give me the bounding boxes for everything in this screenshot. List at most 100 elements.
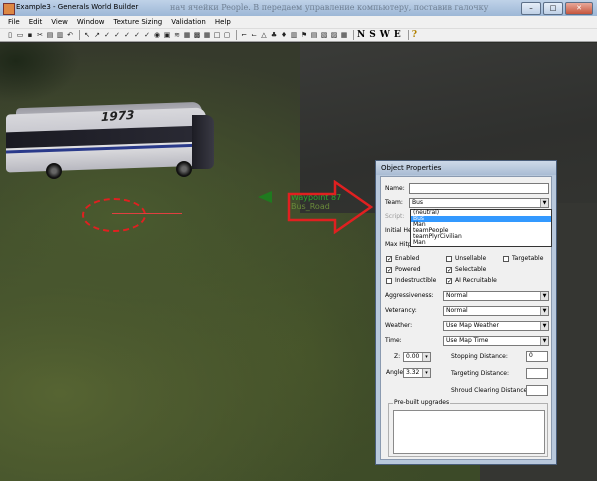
square-icon[interactable]: □ <box>213 31 221 40</box>
frame-icon[interactable]: ▢ <box>223 31 231 40</box>
road-icon[interactable]: ▧ <box>320 31 328 40</box>
menu-help[interactable]: Help <box>215 16 231 28</box>
ai-recruitable-label: AI Recruitable <box>455 277 497 284</box>
enabled-checkbox[interactable]: ✓ <box>386 256 392 263</box>
powered-checkbox[interactable]: ✓ <box>386 267 392 274</box>
prebuilt-upgrades-group: Pre-built upgrades <box>388 399 548 457</box>
brush-icon[interactable]: ✓ <box>113 31 121 40</box>
shroud-clearing-distance-input[interactable] <box>526 385 548 396</box>
waypoint-arrow-icon[interactable] <box>258 191 272 203</box>
blend-icon[interactable]: ▦ <box>183 31 191 40</box>
paste-icon[interactable]: ▥ <box>56 31 64 40</box>
unsellable-checkbox[interactable] <box>446 256 452 262</box>
title-bar: Example3 - Generals World Builder нач яч… <box>0 0 597 17</box>
feather-icon[interactable]: ✓ <box>133 31 141 40</box>
maximize-button[interactable]: □ <box>543 2 563 15</box>
tile-icon[interactable]: ▣ <box>163 31 171 40</box>
raise-terrain-icon[interactable]: ⌐ <box>240 31 248 40</box>
shroud-clearing-distance-label: Shroud Clearing Distance: <box>451 387 530 394</box>
menu-texture-sizing[interactable]: Texture Sizing <box>114 16 163 28</box>
ramp-icon[interactable]: △ <box>260 31 268 40</box>
grid-icon[interactable]: ▦ <box>203 31 211 40</box>
save-icon[interactable]: ▪ <box>26 31 34 40</box>
targetable-label: Targetable <box>512 255 544 262</box>
prebuilt-upgrades-label: Pre-built upgrades <box>393 399 451 406</box>
move-object-icon[interactable]: ↗ <box>93 31 101 40</box>
menu-view[interactable]: View <box>51 16 68 28</box>
angle-spinner-icon[interactable]: ▾ <box>422 369 430 377</box>
view-east-button[interactable]: E <box>394 30 401 40</box>
object-icon[interactable]: ♦ <box>280 31 288 40</box>
targetable-checkbox[interactable] <box>503 256 509 262</box>
bus-number: 1973 <box>101 107 135 125</box>
circle-target-icon[interactable]: ◉ <box>153 31 161 40</box>
z-spinner-icon[interactable]: ▾ <box>422 353 430 361</box>
weather-value: Use Map Weather <box>446 322 499 329</box>
cut-icon[interactable]: ✂ <box>36 31 44 40</box>
eyedropper-icon[interactable]: ✓ <box>143 31 151 40</box>
indestructible-checkbox[interactable] <box>386 278 392 284</box>
time-label: Time: <box>385 337 402 344</box>
team-select[interactable]: Bus ▼ <box>409 198 549 208</box>
chevron-down-icon[interactable]: ▼ <box>540 292 548 300</box>
z-label: Z: <box>394 353 401 360</box>
chevron-down-icon[interactable]: ▼ <box>540 322 548 330</box>
help-icon[interactable]: ? <box>412 30 417 40</box>
open-folder-icon[interactable]: ▭ <box>16 31 24 40</box>
dropdown-option[interactable]: Man <box>411 240 551 246</box>
minimize-button[interactable]: – <box>521 2 541 15</box>
stopping-distance-input[interactable]: 0 <box>526 351 548 362</box>
veterancy-select[interactable]: Normal ▼ <box>443 306 549 316</box>
background-window-text: нач ячейки People. В передаем управление… <box>170 3 489 12</box>
checker-icon[interactable]: ▩ <box>193 31 201 40</box>
building-icon[interactable]: ▥ <box>290 31 298 40</box>
bus-object[interactable]: 1973 <box>6 101 218 179</box>
chevron-down-icon[interactable]: ▼ <box>540 337 548 345</box>
angle-input[interactable]: 3.32 ▾ <box>403 368 431 378</box>
pointer-icon[interactable]: ↖ <box>83 31 91 40</box>
selectable-label: Selectable <box>455 266 487 273</box>
name-input[interactable] <box>409 183 549 194</box>
tree-icon[interactable]: ♣ <box>270 31 278 40</box>
veterancy-label: Veterancy: <box>385 307 417 314</box>
layer-icon[interactable]: ▨ <box>330 31 338 40</box>
stopping-distance-label: Stopping Distance: <box>451 353 508 360</box>
z-input[interactable]: 0.00 ▾ <box>403 352 431 362</box>
wave-icon[interactable]: ≋ <box>173 31 181 40</box>
lower-terrain-icon[interactable]: ⌙ <box>250 31 258 40</box>
team-dropdown-list[interactable]: (neutral) Bus Man teamPeople teamPlyrCiv… <box>410 209 552 247</box>
chevron-down-icon[interactable]: ▼ <box>540 307 548 315</box>
view-west-button[interactable]: W <box>380 30 390 40</box>
targeting-distance-input[interactable] <box>526 368 548 379</box>
menu-window[interactable]: Window <box>77 16 105 28</box>
weather-select[interactable]: Use Map Weather ▼ <box>443 321 549 331</box>
map-icon[interactable]: ▦ <box>340 31 348 40</box>
chevron-down-icon[interactable]: ▼ <box>540 199 548 207</box>
dialog-title: Object Properties <box>376 161 556 175</box>
copy-icon[interactable]: ▤ <box>46 31 54 40</box>
menu-edit[interactable]: Edit <box>29 16 43 28</box>
terrain-shadow <box>0 43 80 103</box>
aggressiveness-select[interactable]: Normal ▼ <box>443 291 549 301</box>
menu-validation[interactable]: Validation <box>171 16 206 28</box>
view-south-button[interactable]: S <box>369 30 376 40</box>
undo-icon[interactable]: ↶ <box>66 31 74 40</box>
prebuilt-upgrades-list[interactable] <box>393 410 545 454</box>
selectable-checkbox[interactable]: ✓ <box>446 267 452 274</box>
pen-icon[interactable]: ✓ <box>103 31 111 40</box>
z-value: 0.00 <box>406 353 420 360</box>
lock-icon[interactable]: ▤ <box>310 31 318 40</box>
initial-health-label: Initial He <box>385 227 412 234</box>
time-select[interactable]: Use Map Time ▼ <box>443 336 549 346</box>
veterancy-value: Normal <box>446 307 468 314</box>
menu-bar: File Edit View Window Texture Sizing Val… <box>0 16 597 28</box>
new-file-icon[interactable]: ▯ <box>6 31 14 40</box>
view-north-button[interactable]: N <box>357 30 365 40</box>
waypoint-icon[interactable]: ⚑ <box>300 31 308 40</box>
close-button[interactable]: ✕ <box>565 2 593 15</box>
weather-label: Weather: <box>385 322 413 329</box>
bus-wheel <box>46 163 62 179</box>
menu-file[interactable]: File <box>8 16 20 28</box>
brush-alt-icon[interactable]: ✓ <box>123 31 131 40</box>
ai-recruitable-checkbox[interactable]: ✓ <box>446 278 452 285</box>
